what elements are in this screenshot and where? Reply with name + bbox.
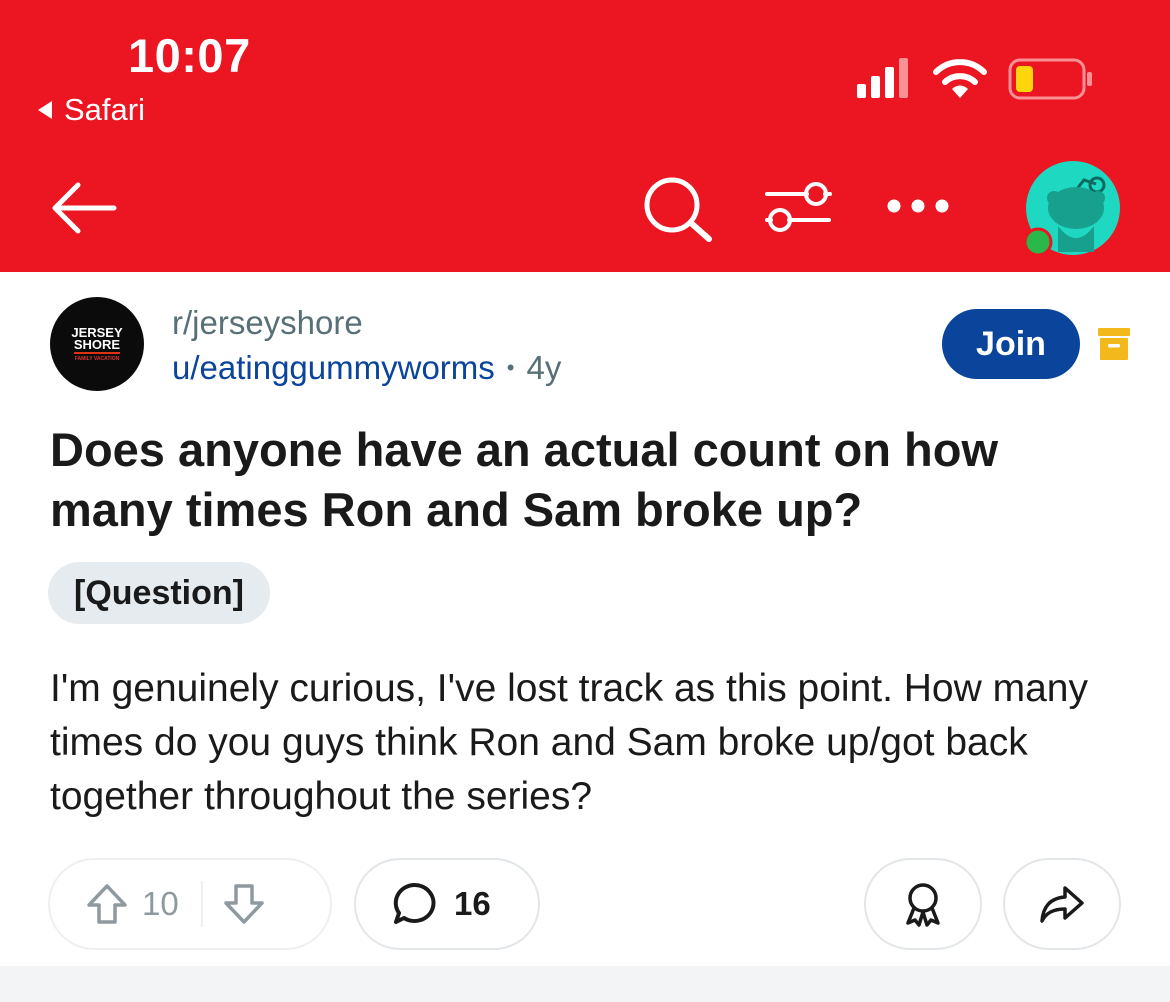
back-to-safari[interactable]: Safari bbox=[38, 92, 145, 128]
meta-separator: • bbox=[506, 355, 515, 380]
join-button[interactable]: Join bbox=[942, 309, 1080, 379]
top-header: 10:07 Safari bbox=[0, 0, 1170, 272]
comment-count: 16 bbox=[454, 885, 491, 922]
battery-icon bbox=[1008, 58, 1092, 100]
award-icon bbox=[906, 883, 940, 927]
subreddit-avatar[interactable]: JERSEY SHORE FAMILY VACATION bbox=[50, 297, 144, 391]
vote-divider bbox=[200, 881, 203, 927]
back-triangle-icon bbox=[38, 101, 52, 119]
archive-icon[interactable] bbox=[1097, 327, 1131, 361]
back-arrow-icon[interactable] bbox=[50, 180, 118, 236]
subreddit-name[interactable]: r/jerseyshore bbox=[172, 304, 363, 342]
vote-bar: 10 bbox=[48, 858, 332, 950]
comments-button[interactable]: 16 bbox=[354, 858, 540, 950]
status-time: 10:07 bbox=[128, 29, 251, 82]
post-age: 4y bbox=[526, 349, 562, 386]
author-line: u/eatinggummyworms • 4y bbox=[172, 349, 561, 387]
share-button[interactable] bbox=[1003, 858, 1121, 950]
post-title[interactable]: Does anyone have an actual count on how … bbox=[50, 420, 1120, 540]
award-button[interactable] bbox=[864, 858, 982, 950]
filter-icon[interactable] bbox=[763, 180, 833, 236]
comment-icon bbox=[393, 882, 436, 924]
wifi-icon bbox=[933, 59, 987, 98]
search-icon[interactable] bbox=[642, 175, 714, 243]
author-link[interactable]: u/eatinggummyworms bbox=[172, 349, 495, 387]
post-flair[interactable]: [Question] bbox=[48, 562, 270, 624]
logo-text-line-2: SHORE bbox=[73, 336, 121, 354]
cellular-signal-icon bbox=[857, 58, 908, 98]
back-app-label: Safari bbox=[64, 92, 145, 127]
post-body: I'm genuinely curious, I've lost track a… bbox=[50, 667, 1088, 818]
vote-score: 10 bbox=[142, 885, 179, 922]
feed-divider bbox=[0, 966, 1170, 1002]
more-icon[interactable] bbox=[886, 196, 950, 216]
upvote-icon[interactable] bbox=[84, 882, 130, 926]
logo-text-line-3: FAMILY VACATION bbox=[74, 355, 120, 362]
share-icon bbox=[1040, 886, 1084, 923]
user-avatar-icon[interactable] bbox=[1024, 160, 1122, 256]
downvote-icon[interactable] bbox=[221, 882, 267, 926]
